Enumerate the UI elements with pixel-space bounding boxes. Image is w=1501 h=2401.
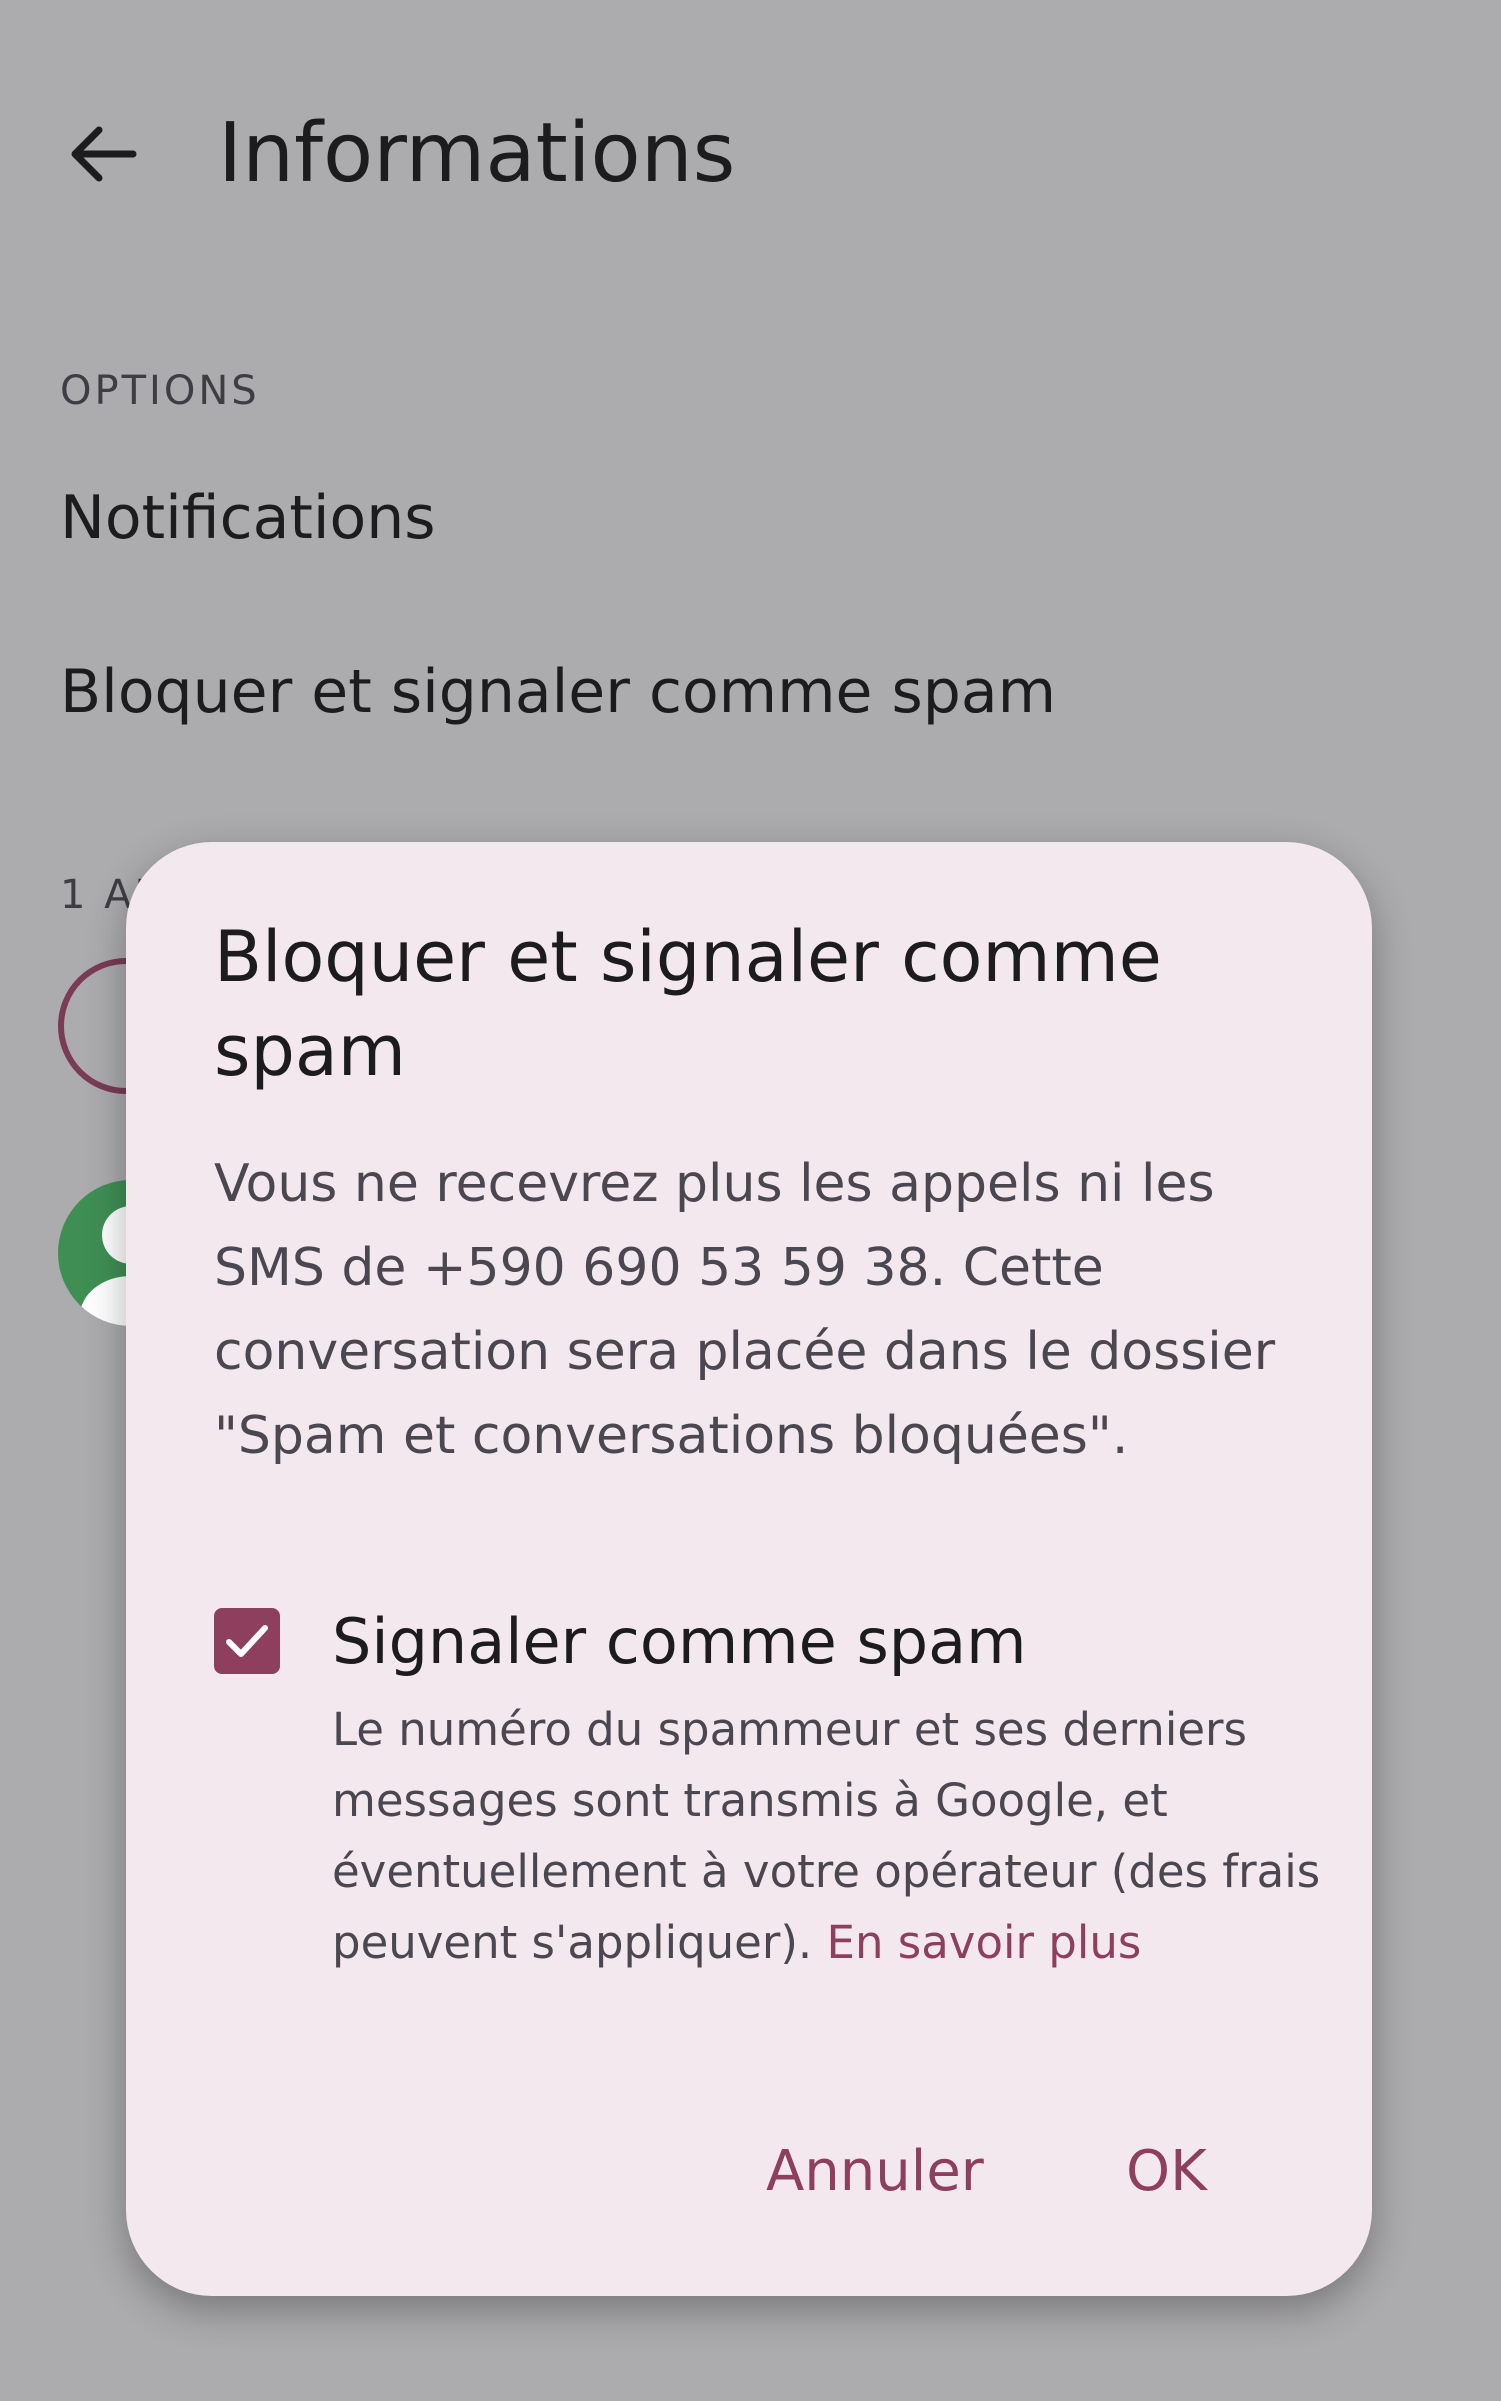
report-spam-label[interactable]: Signaler comme spam (332, 1602, 1027, 1682)
conversation-details-screen: Informations OPTIONS Notifications Bloqu… (0, 0, 1501, 2401)
notifications-option[interactable]: Notifications (60, 478, 436, 558)
dialog-title: Bloquer et signaler comme spam (214, 916, 1162, 1092)
learn-more-link[interactable]: En savoir plus (827, 1916, 1142, 1969)
arrow-left-icon (71, 126, 137, 182)
back-button[interactable] (52, 104, 152, 204)
dialog-message: Vous ne recevrez plus les appels ni les … (214, 1154, 1276, 1466)
report-spam-checkbox[interactable] (214, 1608, 280, 1674)
block-spam-dialog: Bloquer et signaler comme spam Vous ne r… (126, 842, 1372, 2296)
report-spam-description: Le numéro du spammeur et ses derniers me… (332, 1694, 1332, 1978)
options-section-header: OPTIONS (60, 368, 260, 414)
block-and-report-option[interactable]: Bloquer et signaler comme spam (60, 652, 1056, 732)
check-icon (226, 1625, 268, 1657)
page-title: Informations (218, 106, 736, 201)
ok-button[interactable]: OK (1126, 2122, 1207, 2222)
cancel-button[interactable]: Annuler (766, 2122, 984, 2222)
